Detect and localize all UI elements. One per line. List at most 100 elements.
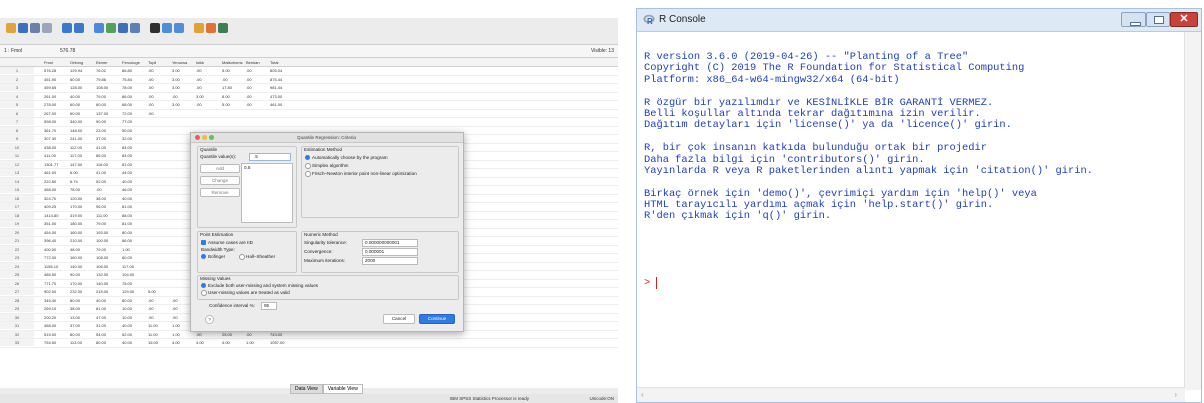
table-cell[interactable]: 11.00 <box>148 323 158 328</box>
table-cell[interactable]: .00 <box>246 94 252 99</box>
table-cell[interactable]: 396.40 <box>44 238 56 243</box>
table-cell[interactable]: 170.00 <box>70 281 82 286</box>
row-number[interactable]: 16 <box>0 194 34 202</box>
row-number[interactable]: 18 <box>0 211 34 219</box>
redo-icon[interactable] <box>74 23 84 33</box>
remove-button[interactable]: Remove <box>200 188 240 197</box>
row-number[interactable]: 31 <box>0 322 34 329</box>
row-number[interactable]: 20 <box>0 228 34 236</box>
table-cell[interactable]: 32.00 <box>122 136 132 141</box>
table-cell[interactable]: 40.00 <box>96 298 106 303</box>
row-number[interactable]: 27 <box>0 288 34 295</box>
table-cell[interactable]: 41.00 <box>96 170 106 175</box>
table-cell[interactable]: 90.00 <box>70 272 80 277</box>
row-number[interactable]: 25 <box>0 271 34 278</box>
table-cell[interactable]: .00 <box>148 102 154 107</box>
table-cell[interactable]: 875.44 <box>270 77 282 82</box>
table-cell[interactable]: 80.00 <box>70 332 80 337</box>
table-cell[interactable]: 278.00 <box>44 102 56 107</box>
radio-user-missing-valid[interactable] <box>201 290 207 296</box>
row-number[interactable]: 26 <box>0 279 34 287</box>
change-button[interactable]: Change <box>200 176 240 185</box>
table-cell[interactable]: 6.00 <box>70 170 78 175</box>
scroll-left-icon[interactable]: ‹ <box>641 390 644 399</box>
table-cell[interactable]: 340.00 <box>70 119 82 124</box>
table-cell[interactable]: .00 <box>148 85 154 90</box>
table-cell[interactable]: 68.00 <box>122 102 132 107</box>
row-number[interactable]: 17 <box>0 203 34 210</box>
table-cell[interactable]: 31.00 <box>96 323 106 328</box>
table-cell[interactable]: 3.00 <box>172 68 180 73</box>
table-cell[interactable]: 104.00 <box>122 272 134 277</box>
max-iterations-input[interactable]: 2000 <box>362 257 418 265</box>
table-cell[interactable]: 81.00 <box>96 306 106 311</box>
table-cell[interactable]: .00 <box>172 306 178 311</box>
table-cell[interactable]: .00 <box>196 102 202 107</box>
table-cell[interactable]: .00 <box>246 102 252 107</box>
column-header[interactable]: Total <box>270 60 278 65</box>
variables-icon[interactable] <box>118 23 128 33</box>
table-cell[interactable]: 1414.80 <box>44 213 58 218</box>
scroll-right-icon[interactable]: › <box>1174 390 1177 399</box>
table-cell[interactable]: 90.00 <box>96 119 106 124</box>
select-cases-icon[interactable] <box>218 23 228 33</box>
table-cell[interactable]: 147.00 <box>70 162 82 167</box>
table-cell[interactable]: 78.00 <box>122 85 132 90</box>
continue-button[interactable]: Continue <box>419 314 455 324</box>
table-cell[interactable]: 4.00 <box>222 340 230 345</box>
column-header[interactable]: Yenucsa <box>172 60 187 65</box>
table-cell[interactable]: 1.00 <box>246 340 254 345</box>
table-cell[interactable]: .00 <box>148 315 154 320</box>
table-cell[interactable]: 461.00 <box>44 170 56 175</box>
table-cell[interactable]: .00 <box>96 187 102 192</box>
table-cell[interactable]: .00 <box>196 332 202 337</box>
table-cell[interactable]: 79.86 <box>96 77 106 82</box>
quantile-list-item[interactable]: 0.5 <box>244 165 250 170</box>
table-cell[interactable]: 112.00 <box>70 145 82 150</box>
table-cell[interactable]: 80.00 <box>96 340 106 345</box>
table-cell[interactable]: 44.00 <box>122 170 132 175</box>
table-cell[interactable]: 140.00 <box>96 281 108 286</box>
table-cell[interactable]: .00 <box>222 77 228 82</box>
table-cell[interactable]: 473.00 <box>270 94 282 99</box>
table-cell[interactable]: 113.00 <box>70 340 82 345</box>
table-cell[interactable]: .00 <box>246 85 252 90</box>
table-cell[interactable]: 128.00 <box>70 85 82 90</box>
table-cell[interactable]: 267.00 <box>44 111 56 116</box>
table-cell[interactable]: 132.00 <box>96 272 108 277</box>
table-cell[interactable]: 50.00 <box>122 128 132 133</box>
table-cell[interactable]: 72.00 <box>122 111 132 116</box>
table-cell[interactable]: 411.00 <box>44 153 56 158</box>
table-cell[interactable]: 111.00 <box>96 213 108 218</box>
goto-case-icon[interactable] <box>94 23 104 33</box>
row-number[interactable]: 33 <box>0 339 34 346</box>
table-cell[interactable]: 6.74 <box>70 179 78 184</box>
table-cell[interactable]: 52.00 <box>96 179 106 184</box>
table-cell[interactable]: 108.00 <box>96 255 108 260</box>
table-cell[interactable]: 772.00 <box>44 255 56 260</box>
row-number[interactable]: 5 <box>0 101 34 108</box>
table-cell[interactable]: 351.00 <box>44 221 56 226</box>
table-cell[interactable]: 38.00 <box>96 196 106 201</box>
table-cell[interactable]: .00 <box>148 306 154 311</box>
table-cell[interactable]: 17.80 <box>222 85 232 90</box>
table-cell[interactable]: 215.00 <box>96 289 108 294</box>
row-number[interactable]: 11 <box>0 152 34 159</box>
table-cell[interactable]: 41.00 <box>96 145 106 150</box>
maximize-button[interactable] <box>1146 12 1170 27</box>
table-cell[interactable]: 116.00 <box>96 162 108 167</box>
weight-cases-icon[interactable] <box>206 23 216 33</box>
table-cell[interactable]: 461.00 <box>270 102 282 107</box>
column-header[interactable]: Matkohoms <box>222 60 243 65</box>
column-header[interactable]: Ekmer <box>96 60 108 65</box>
table-cell[interactable]: 60.00 <box>70 111 80 116</box>
row-number[interactable]: 21 <box>0 237 34 244</box>
table-cell[interactable]: 40.00 <box>122 179 132 184</box>
assume-iid-checkbox[interactable] <box>201 240 206 245</box>
table-cell[interactable]: .00 <box>148 298 154 303</box>
table-cell[interactable]: 52.00 <box>122 332 132 337</box>
row-number[interactable]: 13 <box>0 169 34 176</box>
table-cell[interactable]: 1.00 <box>122 247 130 252</box>
table-cell[interactable]: 400.00 <box>44 247 56 252</box>
table-cell[interactable]: .00 <box>148 68 154 73</box>
